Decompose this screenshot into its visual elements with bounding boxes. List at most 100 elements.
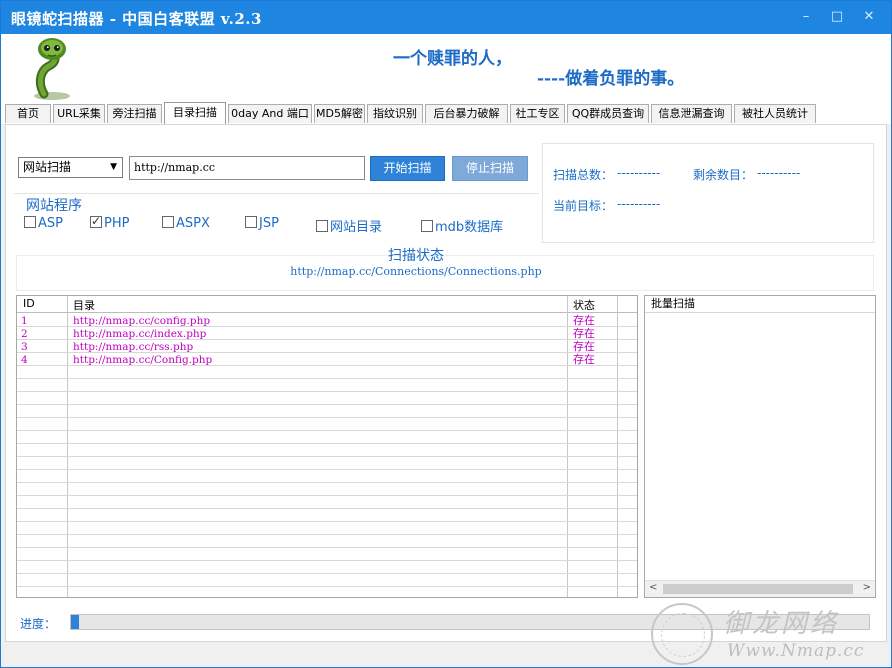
horizontal-scrollbar[interactable]: < >	[645, 580, 875, 597]
tab-0day-port[interactable]: 0day And 端口	[228, 104, 312, 123]
chevron-down-icon: ▼	[110, 162, 117, 172]
row-divider	[17, 508, 637, 509]
checkbox-site-directory[interactable]: 网站目录	[316, 216, 382, 235]
row-divider	[17, 560, 637, 561]
watermark-name: 御龙网络	[723, 609, 840, 639]
checkbox-php[interactable]: PHP	[90, 214, 129, 231]
row-path: http://nmap.cc/index.php	[73, 328, 207, 340]
maximize-icon[interactable]: □	[827, 7, 847, 27]
column-divider	[617, 296, 618, 597]
checkbox-asp[interactable]: ASP	[24, 216, 63, 231]
row-divider	[17, 456, 637, 457]
row-state: 存在	[573, 327, 595, 340]
tab-strip: 首页 URL采集 旁注扫描 目录扫描 0day And 端口 MD5解密 指纹识…	[1, 102, 891, 124]
row-divider	[17, 586, 637, 587]
column-divider	[67, 296, 68, 597]
checkbox-icon	[316, 220, 328, 232]
row-path: http://nmap.cc/config.php	[73, 315, 211, 327]
row-divider	[17, 378, 637, 379]
window-title: 眼镜蛇扫描器 - 中国白客联盟 v.2.3	[11, 10, 262, 28]
checkbox-icon	[245, 216, 257, 228]
scan-status-url: http://nmap.cc/Connections/Connections.p…	[290, 265, 542, 278]
row-divider	[17, 482, 637, 483]
tab-fingerprint[interactable]: 指纹识别	[367, 104, 423, 123]
dir-scan-panel: 网站扫描 ▼ http://nmap.cc 开始扫描 停止扫描 网站程序 ASP…	[5, 124, 887, 642]
progress-fill	[71, 615, 79, 629]
checkbox-icon	[162, 216, 174, 228]
watermark: 御龙网络 Www.Nmap.cc	[651, 601, 891, 667]
program-group-title: 网站程序	[26, 198, 82, 214]
checkbox-checked-icon	[90, 214, 102, 228]
row-id: 3	[21, 341, 28, 353]
header-banner: 一个赎罪的人， ----做着负罪的事。	[1, 34, 891, 102]
scan-mode-select[interactable]: 网站扫描 ▼	[18, 157, 123, 178]
row-divider	[17, 469, 637, 470]
tab-social-engineering[interactable]: 社工专区	[510, 104, 565, 123]
column-header-state[interactable]: 状态	[573, 297, 595, 313]
row-divider	[17, 547, 637, 548]
scroll-right-icon[interactable]: >	[863, 582, 871, 593]
target-url-input[interactable]: http://nmap.cc	[129, 156, 365, 180]
column-divider	[567, 296, 568, 597]
progress-label: 进度：	[20, 617, 57, 631]
tab-qq-group-query[interactable]: QQ群成员查询	[567, 104, 649, 123]
batch-scan-list[interactable]: 批量扫描 < >	[644, 295, 876, 598]
cobra-logo-icon	[34, 38, 70, 100]
row-divider	[17, 430, 637, 431]
scan-stats-box: 扫描总数： ---------- 剩余数目： ---------- 当前目标： …	[542, 143, 874, 243]
scan-status-title: 扫描状态	[388, 248, 444, 264]
column-header-id[interactable]: ID	[23, 297, 35, 310]
app-window: 眼镜蛇扫描器 - 中国白客联盟 v.2.3 – □ ✕ 一个赎罪的人， ----…	[0, 0, 892, 668]
minimize-icon[interactable]: –	[796, 7, 816, 27]
batch-scan-header[interactable]: 批量扫描	[645, 296, 875, 313]
slogan-line-2: ----做着负罪的事。	[537, 69, 685, 89]
row-divider	[17, 417, 637, 418]
title-bar[interactable]: 眼镜蛇扫描器 - 中国白客联盟 v.2.3 – □ ✕	[1, 1, 891, 34]
row-divider	[17, 443, 637, 444]
row-state: 存在	[573, 314, 595, 327]
tab-home[interactable]: 首页	[5, 104, 51, 123]
remaining-label: 剩余数目：	[693, 168, 754, 182]
close-icon[interactable]: ✕	[859, 7, 879, 27]
row-id: 1	[21, 315, 28, 327]
results-table-header: ID 目录 状态	[17, 296, 637, 313]
results-table[interactable]: ID 目录 状态 1 http://nmap.cc/config.php 存在 …	[16, 295, 638, 598]
checkbox-aspx[interactable]: ASPX	[162, 216, 210, 231]
tab-side-scan[interactable]: 旁注扫描	[107, 104, 162, 123]
row-id: 2	[21, 328, 28, 340]
dragon-seal-icon	[651, 603, 713, 665]
remaining-value: ----------	[757, 166, 801, 180]
total-label: 扫描总数：	[553, 168, 614, 182]
row-divider	[17, 391, 637, 392]
current-target-label: 当前目标：	[553, 199, 614, 213]
row-path: http://nmap.cc/Config.php	[73, 354, 213, 366]
watermark-url: Www.Nmap.cc	[727, 641, 865, 661]
row-divider	[17, 573, 637, 574]
tab-md5-decrypt[interactable]: MD5解密	[314, 104, 365, 123]
row-state: 存在	[573, 340, 595, 353]
tab-dir-scan[interactable]: 目录扫描	[164, 102, 226, 124]
stop-scan-button[interactable]: 停止扫描	[452, 156, 528, 181]
row-path: http://nmap.cc/rss.php	[73, 341, 194, 353]
tab-url-collect[interactable]: URL采集	[53, 104, 105, 123]
total-value: ----------	[617, 166, 661, 180]
tab-admin-bruteforce[interactable]: 后台暴力破解	[425, 104, 508, 123]
row-state: 存在	[573, 353, 595, 366]
row-id: 4	[21, 354, 28, 366]
scan-mode-value: 网站扫描	[23, 160, 72, 174]
row-divider	[17, 404, 637, 405]
checkbox-icon	[24, 216, 36, 228]
scrollbar-thumb[interactable]	[663, 584, 853, 594]
tab-info-leak-query[interactable]: 信息泄漏查询	[651, 104, 732, 123]
current-target-value: ----------	[617, 197, 661, 211]
checkbox-icon	[421, 220, 433, 232]
tab-victim-stats[interactable]: 被社人员统计	[734, 104, 816, 123]
checkbox-jsp[interactable]: JSP	[245, 216, 279, 231]
checkbox-mdb-database[interactable]: mdb数据库	[421, 216, 503, 235]
slogan-line-1: 一个赎罪的人，	[393, 49, 512, 69]
start-scan-button[interactable]: 开始扫描	[370, 156, 445, 181]
row-divider	[17, 534, 637, 535]
column-header-path[interactable]: 目录	[73, 297, 95, 313]
scroll-left-icon[interactable]: <	[649, 582, 657, 593]
row-divider	[17, 521, 637, 522]
